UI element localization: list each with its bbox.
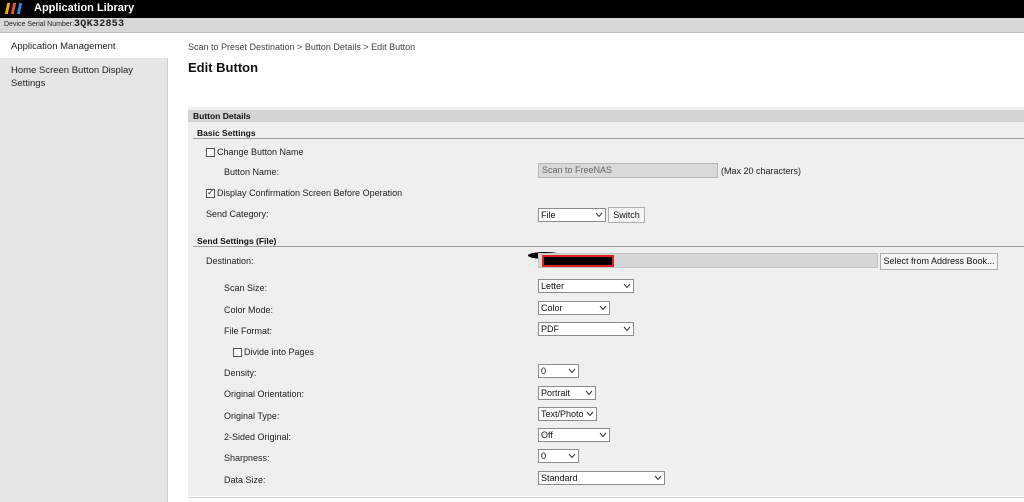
two-sided-original-select[interactable]: Off (538, 428, 610, 442)
app-header: Application Library (0, 0, 1024, 18)
data-size-value: Standard (541, 473, 578, 483)
color-mode-value: Color (541, 303, 563, 313)
file-format-value: PDF (541, 324, 559, 334)
scan-size-select[interactable]: Letter (538, 279, 634, 293)
chevron-down-icon (585, 390, 593, 396)
original-type-value: Text/Photo (541, 409, 584, 419)
chevron-down-icon (623, 283, 631, 289)
chevron-down-icon (599, 432, 607, 438)
section-divider (193, 138, 1024, 139)
switch-button[interactable]: Switch (608, 207, 645, 223)
select-from-address-book-button[interactable]: Select from Address Book... (880, 253, 998, 270)
serial-label: Device Serial Number: (4, 21, 75, 28)
button-name-label: Button Name: (224, 167, 280, 177)
divide-into-pages-checkbox[interactable] (233, 348, 242, 357)
two-sided-original-label: 2-Sided Original: (224, 432, 292, 442)
max-characters-hint: (Max 20 characters) (721, 166, 802, 176)
chevron-down-icon (654, 475, 662, 481)
density-label: Density: (224, 368, 257, 378)
color-mode-label: Color Mode: (224, 305, 274, 315)
original-type-label: Original Type: (224, 411, 280, 421)
sidebar-item-label: Home Screen Button Display Settings (11, 65, 133, 89)
section-divider (193, 246, 1024, 247)
device-serial-bar: Device Serial Number: 3QK32853 (0, 18, 1024, 33)
file-format-select[interactable]: PDF (538, 322, 634, 336)
chevron-down-icon (595, 212, 603, 218)
send-settings-header: Send Settings (File) (197, 236, 277, 246)
send-category-value: File (541, 210, 556, 220)
divide-into-pages-label: Divide into Pages (244, 347, 315, 357)
sidebar-item-label: Application Management (11, 41, 116, 52)
breadcrumb: Scan to Preset Destination > Button Deta… (188, 42, 416, 52)
data-size-label: Data Size: (224, 475, 266, 485)
original-type-select[interactable]: Text/Photo (538, 407, 597, 421)
chevron-down-icon (568, 368, 576, 374)
original-orientation-label: Original Orientation: (224, 389, 305, 399)
original-orientation-value: Portrait (541, 388, 571, 398)
button-name-field[interactable]: Scan to FreeNAS (538, 163, 718, 178)
chevron-down-icon (568, 453, 576, 459)
app-logo-icon (4, 3, 26, 15)
sharpness-label: Sharpness: (224, 453, 270, 463)
button-details-panel: Button Details Basic Settings Change But… (188, 107, 1024, 496)
basic-settings-header: Basic Settings (197, 128, 256, 138)
send-category-label: Send Category: (206, 209, 269, 219)
serial-value: 3QK32853 (74, 19, 125, 30)
display-confirmation-label: Display Confirmation Screen Before Opera… (217, 188, 403, 198)
sidebar: Application Management Home Screen Butto… (0, 34, 168, 502)
app-title: Application Library (34, 2, 135, 14)
sharpness-value: 0 (541, 451, 547, 461)
sharpness-select[interactable]: 0 (538, 449, 579, 463)
redaction-box (542, 255, 614, 267)
sidebar-item-home-screen-button-display-settings[interactable]: Home Screen Button Display Settings (0, 64, 150, 94)
chevron-down-icon (599, 305, 607, 311)
chevron-down-icon (586, 411, 594, 417)
panel-bottom-divider (188, 497, 1024, 498)
page-title: Edit Button (188, 60, 259, 75)
two-sided-original-value: Off (541, 430, 553, 440)
scan-size-value: Letter (541, 281, 565, 291)
density-value: 0 (541, 366, 547, 376)
density-select[interactable]: 0 (538, 364, 579, 378)
file-format-label: File Format: (224, 326, 273, 336)
original-orientation-select[interactable]: Portrait (538, 386, 596, 400)
scan-size-label: Scan Size: (224, 283, 268, 293)
chevron-down-icon (623, 326, 631, 332)
change-button-name-checkbox[interactable] (206, 148, 215, 157)
display-confirmation-checkbox[interactable] (206, 187, 215, 198)
change-button-name-label: Change Button Name (217, 147, 304, 157)
data-size-select[interactable]: Standard (538, 471, 665, 485)
send-category-select[interactable]: File (538, 208, 606, 222)
destination-label: Destination: (206, 256, 254, 266)
color-mode-select[interactable]: Color (538, 301, 610, 315)
main-content: Scan to Preset Destination > Button Deta… (168, 34, 1024, 502)
sidebar-item-application-management[interactable]: Application Management (0, 34, 168, 58)
button-details-header: Button Details (188, 110, 1024, 122)
